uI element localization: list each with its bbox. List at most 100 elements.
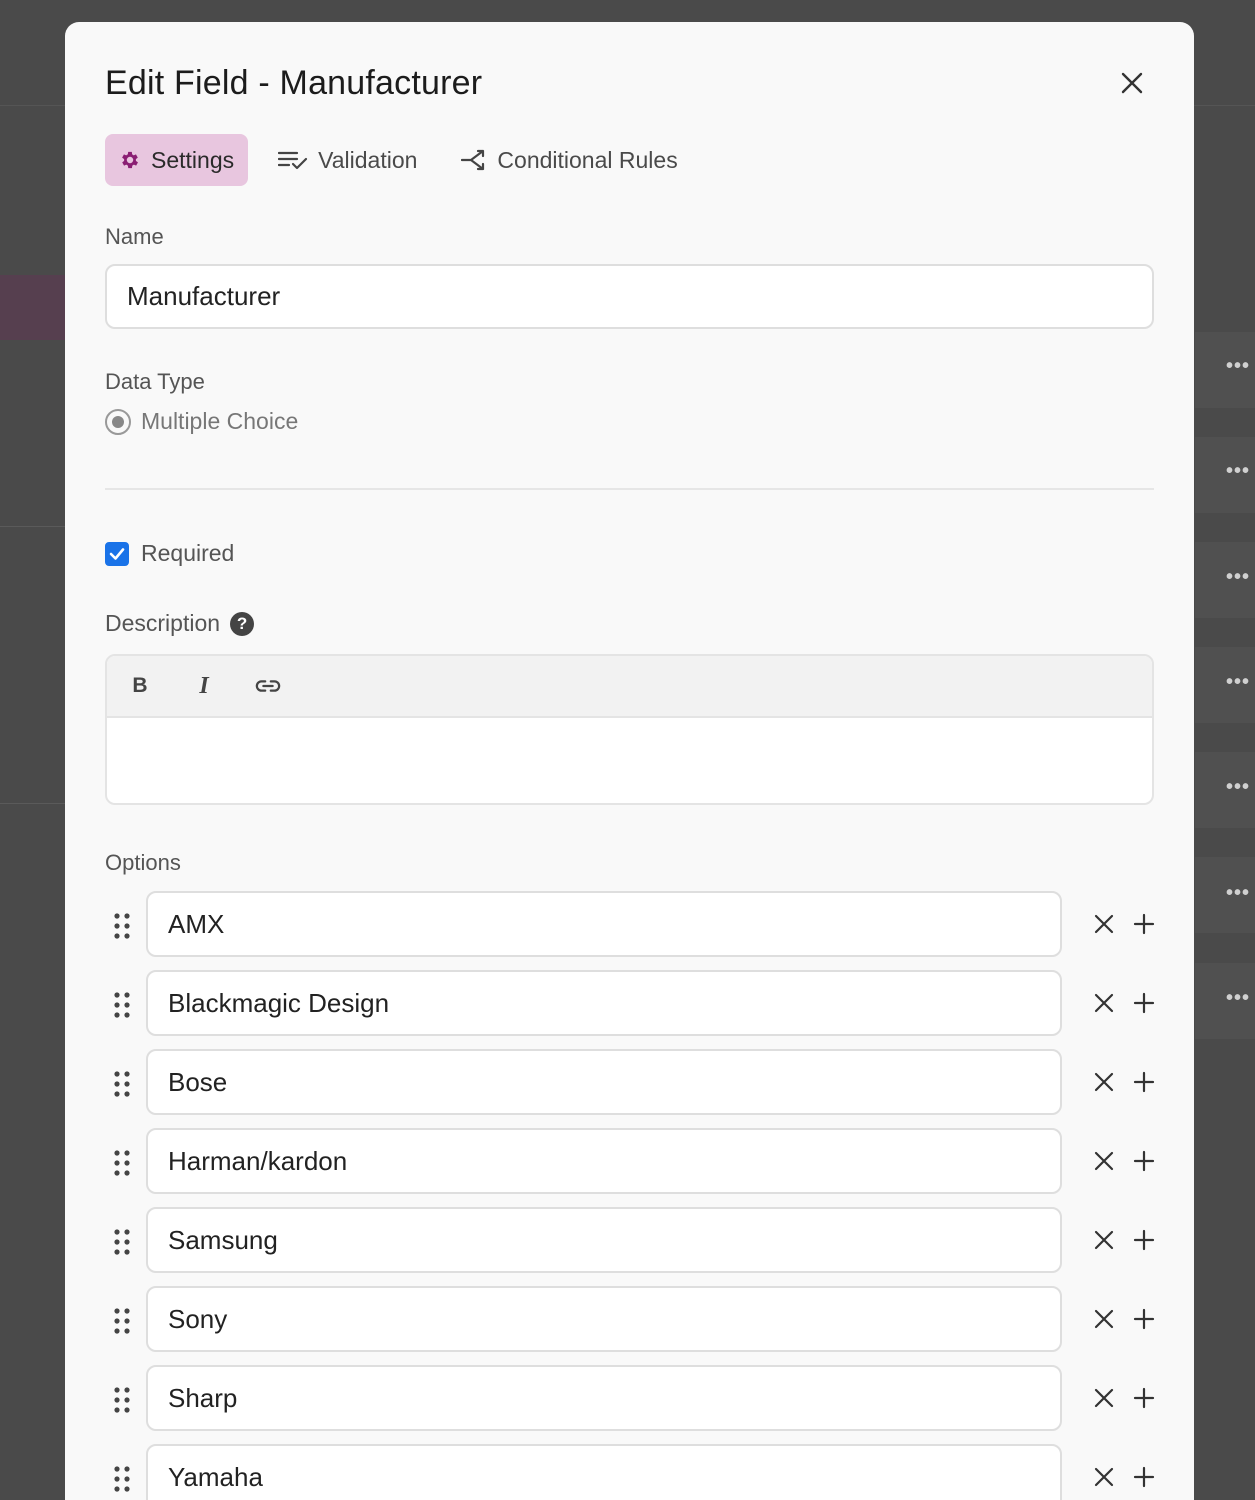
- more-icon[interactable]: •••: [1226, 882, 1250, 905]
- required-label: Required: [141, 540, 235, 566]
- data-type-label: Data Type: [105, 369, 205, 394]
- remove-option-button[interactable]: [1091, 1069, 1117, 1095]
- option-input[interactable]: [146, 1444, 1062, 1500]
- option-input[interactable]: [146, 1207, 1062, 1273]
- drag-handle-icon[interactable]: [113, 913, 131, 939]
- close-icon: [1094, 1072, 1114, 1092]
- drag-handle-icon[interactable]: [113, 992, 131, 1018]
- add-option-button[interactable]: [1131, 1306, 1157, 1332]
- options-label: Options: [105, 850, 181, 875]
- dialog-title: Edit Field - Manufacturer: [105, 64, 483, 102]
- add-option-button[interactable]: [1131, 1069, 1157, 1095]
- close-icon: [1094, 1151, 1114, 1171]
- option-input[interactable]: [146, 1049, 1062, 1115]
- link-button[interactable]: [255, 671, 281, 701]
- close-icon: [1094, 1388, 1114, 1408]
- remove-option-button[interactable]: [1091, 1148, 1117, 1174]
- close-icon: [1094, 1309, 1114, 1329]
- plus-icon: [1133, 1150, 1155, 1172]
- list-check-icon: [278, 151, 308, 170]
- checkbox-checked-icon: [105, 541, 129, 566]
- more-icon[interactable]: •••: [1226, 355, 1250, 378]
- description-text-area[interactable]: [107, 718, 1152, 803]
- remove-option-button[interactable]: [1091, 990, 1117, 1016]
- tab-bar: Settings Validation Conditional Rules: [105, 134, 708, 186]
- close-icon: [1121, 72, 1143, 94]
- tab-label: Conditional Rules: [497, 146, 678, 173]
- plus-icon: [1133, 992, 1155, 1014]
- background-divider: [0, 803, 66, 804]
- divider: [105, 488, 1154, 490]
- tab-label: Validation: [318, 146, 418, 173]
- close-icon: [1094, 1230, 1114, 1250]
- option-row: [105, 1207, 1165, 1273]
- drag-handle-icon[interactable]: [113, 1387, 131, 1413]
- required-checkbox[interactable]: Required: [105, 540, 234, 567]
- plus-icon: [1133, 1229, 1155, 1251]
- add-option-button[interactable]: [1131, 1385, 1157, 1411]
- add-option-button[interactable]: [1131, 1227, 1157, 1253]
- help-icon[interactable]: ?: [230, 611, 255, 636]
- option-row: [105, 970, 1165, 1036]
- option-input[interactable]: [146, 1128, 1062, 1194]
- tab-settings[interactable]: Settings: [105, 134, 249, 186]
- remove-option-button[interactable]: [1091, 1464, 1117, 1490]
- option-input[interactable]: [146, 970, 1062, 1036]
- drag-handle-icon[interactable]: [113, 1071, 131, 1097]
- close-icon: [1094, 914, 1114, 934]
- option-input[interactable]: [146, 1286, 1062, 1352]
- more-icon[interactable]: •••: [1226, 671, 1250, 694]
- background-selected-row: [0, 275, 66, 340]
- more-icon[interactable]: •••: [1226, 987, 1250, 1010]
- close-icon: [1094, 1467, 1114, 1487]
- option-row: [105, 1049, 1165, 1115]
- option-row: [105, 891, 1165, 957]
- branch-icon: [461, 149, 485, 171]
- add-option-button[interactable]: [1131, 911, 1157, 937]
- description-header: Description ?: [105, 610, 255, 637]
- edit-field-dialog: Edit Field - Manufacturer Settings Valid…: [65, 22, 1194, 1500]
- bold-icon: B: [132, 674, 148, 697]
- editor-toolbar: B I: [107, 656, 1152, 718]
- background-divider: [0, 526, 66, 527]
- plus-icon: [1133, 913, 1155, 935]
- bold-button[interactable]: B: [127, 671, 153, 701]
- add-option-button[interactable]: [1131, 1148, 1157, 1174]
- plus-icon: [1133, 1387, 1155, 1409]
- more-icon[interactable]: •••: [1226, 566, 1250, 589]
- tab-label: Settings: [151, 146, 235, 173]
- tab-validation[interactable]: Validation: [264, 134, 431, 186]
- italic-icon: I: [199, 672, 209, 699]
- option-input[interactable]: [146, 1365, 1062, 1431]
- option-input[interactable]: [146, 891, 1062, 957]
- tab-conditional-rules[interactable]: Conditional Rules: [447, 134, 691, 186]
- gear-icon: [122, 151, 138, 169]
- remove-option-button[interactable]: [1091, 1227, 1117, 1253]
- close-button[interactable]: [1115, 66, 1149, 100]
- italic-button[interactable]: I: [191, 671, 217, 701]
- plus-icon: [1133, 1308, 1155, 1330]
- description-label: Description: [105, 610, 221, 636]
- add-option-button[interactable]: [1131, 990, 1157, 1016]
- remove-option-button[interactable]: [1091, 911, 1117, 937]
- more-icon[interactable]: •••: [1226, 460, 1250, 483]
- option-row: [105, 1286, 1165, 1352]
- add-option-button[interactable]: [1131, 1464, 1157, 1490]
- close-icon: [1094, 993, 1114, 1013]
- data-type-value: Multiple Choice: [141, 408, 299, 434]
- data-type-option: Multiple Choice: [105, 408, 298, 435]
- plus-icon: [1133, 1071, 1155, 1093]
- name-input[interactable]: [105, 264, 1154, 329]
- plus-icon: [1133, 1466, 1155, 1488]
- drag-handle-icon[interactable]: [113, 1466, 131, 1492]
- option-row: [105, 1444, 1165, 1500]
- remove-option-button[interactable]: [1091, 1306, 1117, 1332]
- drag-handle-icon[interactable]: [113, 1150, 131, 1176]
- name-label: Name: [105, 224, 164, 249]
- drag-handle-icon[interactable]: [113, 1308, 131, 1334]
- option-row: [105, 1128, 1165, 1194]
- drag-handle-icon[interactable]: [113, 1229, 131, 1255]
- more-icon[interactable]: •••: [1226, 776, 1250, 799]
- radio-icon: [105, 408, 131, 435]
- remove-option-button[interactable]: [1091, 1385, 1117, 1411]
